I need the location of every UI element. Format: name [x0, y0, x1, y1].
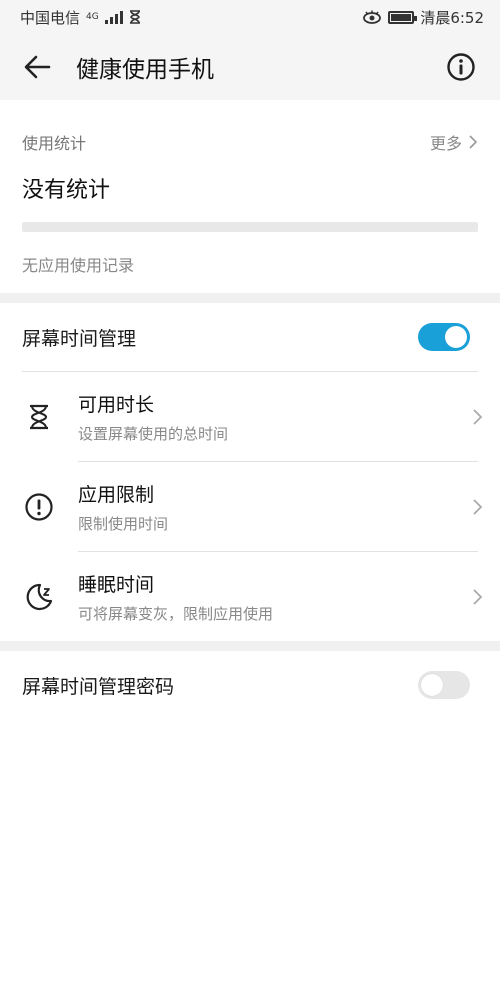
- item-subtitle: 可将屏幕变灰，限制应用使用: [78, 604, 274, 623]
- info-circle-icon[interactable]: [446, 52, 476, 82]
- screen-time-label: 屏幕时间管理: [22, 327, 137, 350]
- section-gap: [0, 641, 500, 651]
- signal-icon: [104, 10, 123, 24]
- list-item-sleep-time[interactable]: 睡眠时间 可将屏幕变灰，限制应用使用: [0, 552, 500, 641]
- usage-stats-label: 使用统计: [22, 134, 87, 153]
- moon-icon: [26, 583, 53, 610]
- chevron-right-icon: [473, 498, 483, 515]
- password-row[interactable]: 屏幕时间管理密码: [0, 651, 500, 719]
- usage-stats-header: 使用统计 更多: [22, 100, 478, 154]
- hourglass-status-icon: [129, 10, 140, 24]
- more-label: 更多: [429, 134, 462, 153]
- toggle-knob: [421, 674, 443, 696]
- usage-stats-title: 没有统计: [22, 178, 111, 203]
- status-left: 中国电信 4G: [20, 7, 141, 28]
- hourglass-icon: [30, 404, 48, 429]
- status-right: 清晨6:52: [362, 7, 484, 28]
- toggle-knob: [445, 326, 467, 348]
- chevron-right-icon: [469, 135, 478, 149]
- carrier-name: 中国电信: [20, 8, 81, 27]
- item-subtitle: 限制使用时间: [78, 514, 169, 533]
- section-gap: [0, 293, 500, 303]
- list-item-available-time[interactable]: 可用时长 设置屏幕使用的总时间: [0, 372, 500, 461]
- battery-icon: [388, 10, 418, 24]
- item-title: 应用限制: [78, 483, 155, 506]
- item-title: 可用时长: [78, 393, 155, 416]
- password-label: 屏幕时间管理密码: [22, 675, 175, 698]
- usage-stats-note: 无应用使用记录: [22, 256, 135, 275]
- network-type: 4G: [86, 12, 99, 22]
- list-item-app-limits[interactable]: 应用限制 限制使用时间: [0, 462, 500, 551]
- screen-time-toggle[interactable]: [418, 323, 470, 351]
- arrow-left-icon[interactable]: [22, 52, 52, 82]
- item-title: 睡眠时间: [78, 573, 155, 596]
- alert-circle-icon: [25, 492, 53, 521]
- chevron-right-icon: [473, 408, 483, 425]
- chevron-right-icon: [473, 588, 483, 605]
- status-time: 清晨6:52: [420, 8, 484, 27]
- usage-stats-section: 使用统计 更多 没有统计 无应用使用记录: [0, 100, 500, 293]
- more-link[interactable]: 更多: [430, 130, 478, 154]
- screen-time-row[interactable]: 屏幕时间管理: [0, 303, 500, 371]
- app-bar: 健康使用手机: [0, 34, 500, 100]
- status-bar: 中国电信 4G 清晨6:52: [0, 0, 500, 34]
- item-subtitle: 设置屏幕使用的总时间: [78, 424, 229, 443]
- eye-comfort-icon: [363, 10, 382, 24]
- password-toggle[interactable]: [418, 671, 470, 699]
- usage-progress-bar: [22, 222, 478, 232]
- page-title: 健康使用手机: [76, 57, 214, 83]
